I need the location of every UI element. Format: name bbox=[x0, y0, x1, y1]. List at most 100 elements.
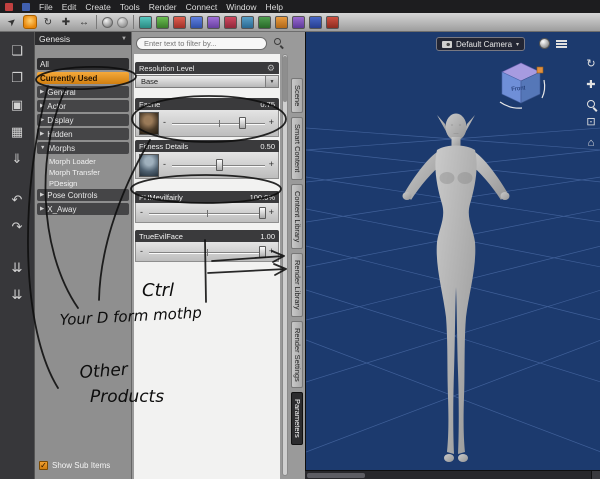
scene-icon[interactable] bbox=[139, 15, 152, 29]
group-item-pdesign[interactable]: PDesign bbox=[37, 178, 129, 188]
save-file-icon[interactable]: ▣ bbox=[7, 96, 27, 114]
group-item-all[interactable]: All bbox=[37, 58, 129, 70]
content-library-icon[interactable] bbox=[207, 15, 220, 29]
figure-selector[interactable]: Genesis ▼ bbox=[35, 32, 131, 45]
group-item-morph-transfer[interactable]: Morph Transfer bbox=[37, 167, 129, 177]
surface-selection-tool-icon[interactable] bbox=[102, 16, 113, 28]
slider-minus[interactable]: - bbox=[163, 159, 166, 169]
redo-icon[interactable]: ↷ bbox=[7, 218, 27, 236]
smart-content-icon[interactable] bbox=[156, 15, 169, 29]
puppeteer-icon[interactable] bbox=[275, 15, 288, 29]
viewport-3d[interactable]: Default Camera ▾ Front ↻ ✚ ⊡ ⌂ bbox=[305, 32, 600, 470]
slider-value[interactable]: 1.00 bbox=[260, 232, 275, 241]
resize-grip[interactable] bbox=[591, 471, 600, 479]
universal-tool-icon[interactable] bbox=[23, 15, 37, 29]
save-as-icon[interactable]: ▦ bbox=[7, 123, 27, 141]
tab-render-library[interactable]: Render Library bbox=[291, 252, 303, 317]
menu-edit[interactable]: Edit bbox=[62, 2, 77, 12]
iray-preview-icon[interactable] bbox=[326, 15, 339, 29]
slider-plus[interactable]: + bbox=[269, 207, 274, 217]
group-item-hidden[interactable]: ▶ Hidden bbox=[37, 128, 129, 140]
tab-parameters[interactable]: Parameters bbox=[291, 392, 303, 446]
slider-handle[interactable] bbox=[238, 117, 246, 129]
tab-scene[interactable]: Scene bbox=[291, 78, 303, 114]
slider-value[interactable]: 100.0% bbox=[250, 193, 275, 202]
node-selection-tool-icon[interactable]: ➤ bbox=[2, 12, 22, 32]
home-icon[interactable]: ⌂ bbox=[584, 137, 598, 150]
tab-smart-content[interactable]: Smart Content bbox=[291, 117, 303, 180]
group-item-display[interactable]: ▶ Display bbox=[37, 114, 129, 126]
pan-icon[interactable]: ✚ bbox=[584, 79, 598, 92]
slider-plus[interactable]: + bbox=[269, 117, 274, 127]
scale-tool-icon[interactable]: ↔ bbox=[77, 15, 91, 29]
frame-icon[interactable]: ⊡ bbox=[584, 116, 598, 129]
group-item-actor[interactable]: ▶ Actor bbox=[37, 100, 129, 112]
viewport-scrollbar[interactable] bbox=[305, 470, 600, 479]
spot-render-icon[interactable] bbox=[224, 15, 237, 29]
tab-content-library[interactable]: Content Library bbox=[291, 183, 303, 249]
group-item-general[interactable]: ▶ General bbox=[37, 86, 129, 98]
slider-minus[interactable]: - bbox=[140, 246, 143, 256]
import-icon[interactable]: ⇓ bbox=[7, 150, 27, 168]
node-tool-icon[interactable] bbox=[117, 16, 128, 28]
rotate-tool-icon[interactable]: ↻ bbox=[41, 15, 55, 29]
slider-handle[interactable] bbox=[258, 245, 266, 258]
group-item-morphs[interactable]: ▼ Morphs bbox=[37, 142, 129, 154]
viewport-menu-icon[interactable] bbox=[556, 40, 567, 42]
surfaces-icon[interactable] bbox=[309, 15, 322, 29]
view-navigation-cube[interactable]: Front bbox=[496, 58, 548, 110]
tab-render-settings[interactable]: Render Settings bbox=[291, 320, 303, 389]
search-icon[interactable] bbox=[274, 38, 281, 45]
resolution-select[interactable]: Base ▼ bbox=[135, 75, 279, 88]
trueevilface-slider[interactable]: - + bbox=[139, 245, 275, 259]
gear-icon[interactable]: ⚙ bbox=[267, 63, 275, 74]
parameters-scrollbar[interactable] bbox=[282, 54, 288, 476]
slider-handle[interactable] bbox=[215, 159, 223, 171]
new-file-icon[interactable]: ❏ bbox=[7, 42, 27, 60]
menu-tools[interactable]: Tools bbox=[120, 2, 140, 12]
camera-view-icon[interactable] bbox=[241, 15, 254, 29]
menu-connect[interactable]: Connect bbox=[186, 2, 218, 12]
resolution-level-header[interactable]: Resolution Level ⚙ bbox=[135, 62, 279, 74]
show-sub-items-checkbox[interactable]: ✓ bbox=[39, 461, 48, 470]
menu-file[interactable]: File bbox=[39, 2, 53, 12]
camera-selector[interactable]: Default Camera ▾ bbox=[436, 37, 526, 51]
fitness-details-slider[interactable]: - + bbox=[162, 158, 275, 172]
menu-render[interactable]: Render bbox=[149, 2, 177, 12]
slider-value[interactable]: 0.50 bbox=[260, 142, 275, 151]
genesis-figure[interactable] bbox=[306, 32, 600, 470]
timeline-icon[interactable] bbox=[258, 15, 271, 29]
chevron-down-icon[interactable]: ▼ bbox=[265, 76, 278, 87]
orbit-icon[interactable]: ↻ bbox=[584, 58, 598, 71]
slider-minus[interactable]: - bbox=[140, 207, 143, 217]
slider-plus[interactable]: + bbox=[269, 159, 274, 169]
triangle-right-icon: ▶ bbox=[40, 206, 45, 212]
group-item-x-away[interactable]: ▶ X_Away bbox=[37, 203, 129, 215]
phmevilfairly-slider[interactable]: - + bbox=[139, 206, 275, 220]
aux-viewport-icon[interactable] bbox=[190, 15, 203, 29]
triangle-down-icon: ▼ bbox=[40, 145, 46, 151]
menu-help[interactable]: Help bbox=[266, 2, 283, 12]
open-file-icon[interactable]: ❐ bbox=[7, 69, 27, 87]
slider-value[interactable]: 0.75 bbox=[260, 100, 275, 109]
zoom-icon[interactable] bbox=[587, 100, 595, 108]
group-item-morph-loader[interactable]: Morph Loader bbox=[37, 156, 129, 166]
scrollbar-thumb[interactable] bbox=[283, 56, 287, 102]
slider-handle[interactable] bbox=[258, 206, 266, 219]
group-item-currently-used[interactable]: Currently Used bbox=[37, 72, 129, 84]
group-item-pose-controls[interactable]: ▶ Pose Controls bbox=[37, 189, 129, 201]
draw-style-icon[interactable] bbox=[539, 38, 550, 49]
collapse-all-icon[interactable]: ⇊ bbox=[7, 259, 27, 277]
expand-all-icon[interactable]: ⇊ bbox=[7, 286, 27, 304]
slider-plus[interactable]: + bbox=[269, 246, 274, 256]
filter-input[interactable] bbox=[136, 36, 267, 50]
faerie-slider[interactable]: - + bbox=[162, 116, 275, 130]
scrollbar-thumb[interactable] bbox=[307, 473, 365, 478]
menu-create[interactable]: Create bbox=[85, 2, 111, 12]
translate-tool-icon[interactable]: ✚ bbox=[59, 15, 73, 29]
menu-window[interactable]: Window bbox=[226, 2, 256, 12]
shader-mixer-icon[interactable] bbox=[292, 15, 305, 29]
slider-minus[interactable]: - bbox=[163, 117, 166, 127]
render-icon[interactable] bbox=[173, 15, 186, 29]
undo-icon[interactable]: ↶ bbox=[7, 191, 27, 209]
